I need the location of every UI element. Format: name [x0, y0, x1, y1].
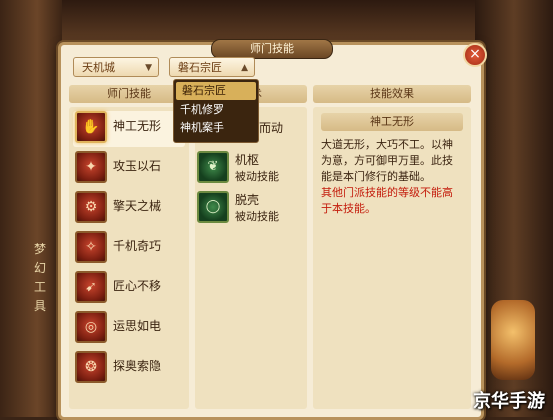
branch-option[interactable]: 神机案手	[174, 119, 258, 137]
skill-icon: ✧	[75, 231, 107, 263]
skill-icon: ✋	[75, 111, 107, 143]
skill-name: 匠心不移	[113, 279, 162, 293]
lantern-decoration	[491, 300, 535, 380]
close-button[interactable]: ×	[463, 43, 487, 67]
ceiling-beam	[0, 0, 553, 40]
skill-icon: ⚙	[75, 191, 107, 223]
skill-icon: ✦	[75, 151, 107, 183]
skill-name: 运思如电	[113, 319, 162, 333]
skill-icon: ❂	[75, 351, 107, 383]
skills-list: ✋ 神工无形 ✦ 攻玉以石 ⚙ 擎天之械 ✧ 千机奇巧 ➹ 匠心不移 ◎ 运思如…	[69, 107, 189, 409]
effect-body-text: 大道无形，大巧不工。以神为意，方可御甲万里。此技能是本门修行的基础。	[321, 138, 453, 183]
branch-option[interactable]: 磐石宗匠	[176, 82, 256, 100]
skill-item[interactable]: ⚙ 擎天之械	[73, 191, 185, 227]
skill-name: 擎天之械	[113, 199, 162, 213]
branch-options-menu: 磐石宗匠 千机修罗 神机案手	[173, 79, 259, 143]
effect-skill-title: 神工无形	[321, 113, 463, 131]
methods-list: 一发而动 ❦ 机枢 被动技能 ◯ 脱壳 被动技能	[195, 107, 307, 409]
branch-dropdown[interactable]: 磐石宗匠 ▲	[169, 57, 255, 77]
skill-name: 攻玉以石	[113, 159, 162, 173]
method-item[interactable]: ◯ 脱壳 被动技能	[197, 191, 305, 227]
method-type: 被动技能	[235, 210, 279, 223]
ring-icon: ◯	[197, 191, 229, 223]
chevron-down-icon: ▼	[145, 63, 152, 73]
skill-name: 神工无形	[113, 119, 162, 133]
method-name: 机枢	[235, 153, 260, 167]
sect-skills-window: 师门技能 × 天机城 ▼ 磐石宗匠 ▲ 磐石宗匠 千机修罗 神机案手 师门技能 …	[58, 39, 487, 420]
skill-name: 探奥索隐	[113, 359, 162, 373]
sect-dropdown-value: 天机城	[82, 61, 115, 74]
skill-item[interactable]: ◎ 运思如电	[73, 311, 185, 347]
skill-item[interactable]: ✦ 攻玉以石	[73, 151, 185, 187]
effect-description: 神工无形 大道无形，大巧不工。以神为意，方可御甲万里。此技能是本门修行的基础。 …	[321, 113, 463, 217]
window-title: 师门技能	[211, 39, 333, 59]
effect-header: 技能效果	[313, 85, 471, 103]
effect-panel: 神工无形 大道无形，大巧不工。以神为意，方可御甲万里。此技能是本门修行的基础。 …	[313, 107, 471, 409]
sect-dropdown[interactable]: 天机城 ▼	[73, 57, 159, 77]
skill-icon: ◎	[75, 311, 107, 343]
method-name: 脱壳	[235, 193, 260, 207]
skill-item[interactable]: ✋ 神工无形	[73, 111, 185, 147]
branch-option[interactable]: 千机修罗	[174, 101, 258, 119]
skills-column: 师门技能 ✋ 神工无形 ✦ 攻玉以石 ⚙ 擎天之械 ✧ 千机奇巧 ➹ 匠心不移	[69, 85, 189, 409]
left-pillar	[0, 0, 62, 417]
vertical-sign: 梦幻工具	[33, 242, 46, 313]
skill-item[interactable]: ❂ 探奥索隐	[73, 351, 185, 387]
effect-warning-text: 其他门派技能的等级不能高于本技能。	[321, 186, 453, 215]
skill-item[interactable]: ✧ 千机奇巧	[73, 231, 185, 267]
skill-item[interactable]: ➹ 匠心不移	[73, 271, 185, 307]
close-icon: ×	[469, 46, 481, 62]
watermark: 京华手游	[473, 391, 545, 412]
method-type: 被动技能	[235, 170, 279, 183]
chevron-up-icon: ▲	[241, 63, 248, 73]
skills-header: 师门技能	[69, 85, 189, 103]
leaf-icon: ❦	[197, 151, 229, 183]
method-item[interactable]: ❦ 机枢 被动技能	[197, 151, 305, 187]
branch-dropdown-value: 磐石宗匠	[178, 61, 222, 74]
effect-column: 技能效果 神工无形 大道无形，大巧不工。以神为意，方可御甲万里。此技能是本门修行…	[313, 85, 471, 409]
skill-name: 千机奇巧	[113, 239, 162, 253]
skill-icon: ➹	[75, 271, 107, 303]
